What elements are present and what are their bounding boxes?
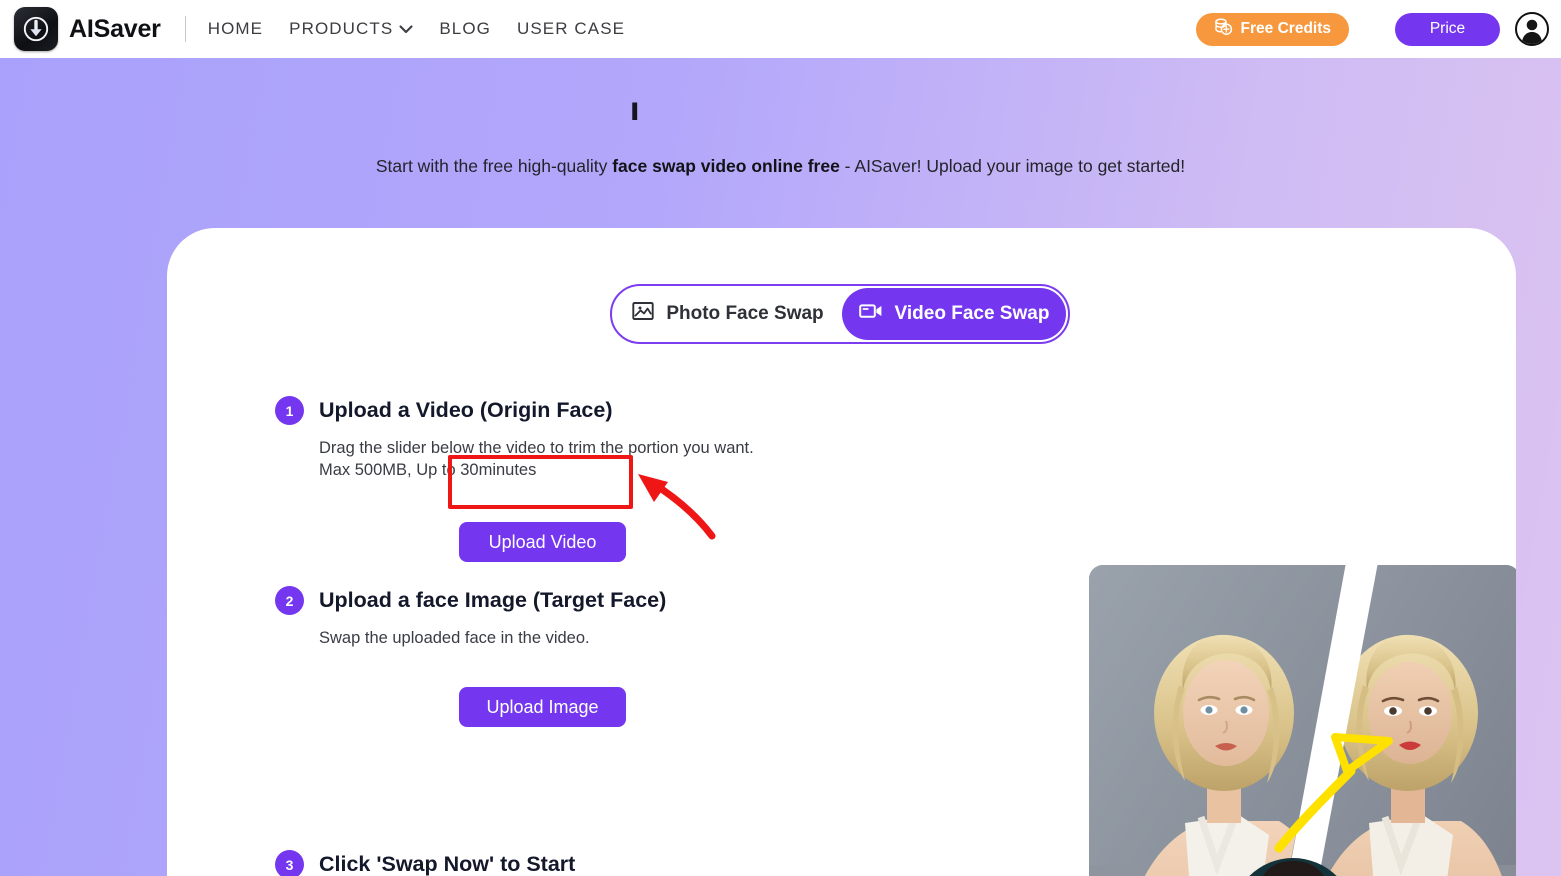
free-credits-button[interactable]: Free Credits <box>1195 12 1349 46</box>
step-2: 2 Upload a face Image (Target Face) Swap… <box>275 586 666 649</box>
nav-item-blog[interactable]: BLOG <box>439 19 491 39</box>
tab-photo-face-swap[interactable]: Photo Face Swap <box>614 288 842 340</box>
step-2-title: Upload a face Image (Target Face) <box>319 588 667 612</box>
hero-subtitle-keyword: face swap video online free <box>612 156 840 176</box>
upload-image-button[interactable]: Upload Image <box>459 687 626 727</box>
download-arrow-logo-icon <box>14 7 58 51</box>
chevron-down-icon <box>399 19 413 39</box>
price-button[interactable]: Price <box>1395 12 1500 46</box>
site-header: AISaver HOME PRODUCTS BLOG USER CASE Fre… <box>0 0 1561 58</box>
step-1-header: 1 Upload a Video (Origin Face) <box>275 396 754 425</box>
step-1-description: Drag the slider below the video to trim … <box>319 437 754 482</box>
step-2-header: 2 Upload a face Image (Target Face) <box>275 586 666 615</box>
step-1-desc-line1: Drag the slider below the video to trim … <box>319 439 754 457</box>
upload-image-label: Upload Image <box>486 696 599 717</box>
nav-item-home[interactable]: HOME <box>208 19 263 39</box>
step-1-desc-line2: Max 500MB, Up to 30minutes <box>319 461 537 480</box>
hero-subtitle-prefix: Start with the free high-quality <box>375 156 613 176</box>
upload-video-button[interactable]: Upload Video <box>459 522 626 562</box>
step-2-badge: 2 <box>275 586 304 615</box>
step-2-desc-line1: Swap the uploaded face in the video. <box>319 629 590 647</box>
upload-video-label: Upload Video <box>488 531 597 552</box>
nav-item-user-case[interactable]: USER CASE <box>517 19 625 39</box>
page-background: I Start with the free high-quality face … <box>0 58 1561 876</box>
nav-item-label: BLOG <box>439 19 491 38</box>
brand-name: AISaver <box>69 14 161 43</box>
face-swap-demo-image <box>1089 565 1516 876</box>
hero-subtitle: Start with the free high-quality face sw… <box>0 156 1561 177</box>
nav-item-label: USER CASE <box>516 19 626 38</box>
header-actions: Free Credits Price <box>1195 0 1549 58</box>
step-1-title: Upload a Video (Origin Face) <box>319 398 613 422</box>
nav-item-products[interactable]: PRODUCTS <box>289 19 413 39</box>
step-1-badge: 1 <box>275 396 304 425</box>
image-icon <box>632 301 654 327</box>
step-3-badge: 3 <box>275 850 304 876</box>
step-2-description: Swap the uploaded face in the video. <box>319 627 666 649</box>
nav-item-label: HOME <box>207 19 264 38</box>
step-3-title: Click 'Swap Now' to Start <box>319 852 576 876</box>
user-avatar-icon[interactable] <box>1515 12 1549 46</box>
step-1: 1 Upload a Video (Origin Face) Drag the … <box>275 396 754 482</box>
video-camera-icon <box>858 302 883 326</box>
brand-logo[interactable]: AISaver <box>14 7 161 51</box>
step-3-header: 3 Click 'Swap Now' to Start <box>275 850 575 876</box>
nav-item-label: PRODUCTS <box>289 19 394 38</box>
tab-photo-label: Photo Face Swap <box>666 303 824 324</box>
coins-icon <box>1214 18 1233 41</box>
hero-title-fragment: I <box>630 98 640 120</box>
page-root: AISaver HOME PRODUCTS BLOG USER CASE Fre… <box>0 0 1561 876</box>
header-divider <box>184 16 186 42</box>
step-3: 3 Click 'Swap Now' to Start <box>275 850 575 876</box>
face-swap-card: Photo Face Swap Video Face Swap 1 Upload… <box>167 228 1516 876</box>
tab-video-label: Video Face Swap <box>894 303 1050 324</box>
face-swap-mode-toggle: Photo Face Swap Video Face Swap <box>610 284 1070 344</box>
hero-subtitle-suffix: - AISaver! Upload your image to get star… <box>839 156 1186 176</box>
tab-video-face-swap[interactable]: Video Face Swap <box>842 288 1066 340</box>
free-credits-label: Free Credits <box>1240 20 1331 37</box>
main-nav: HOME PRODUCTS BLOG USER CASE <box>208 19 625 39</box>
price-label: Price <box>1429 20 1466 37</box>
